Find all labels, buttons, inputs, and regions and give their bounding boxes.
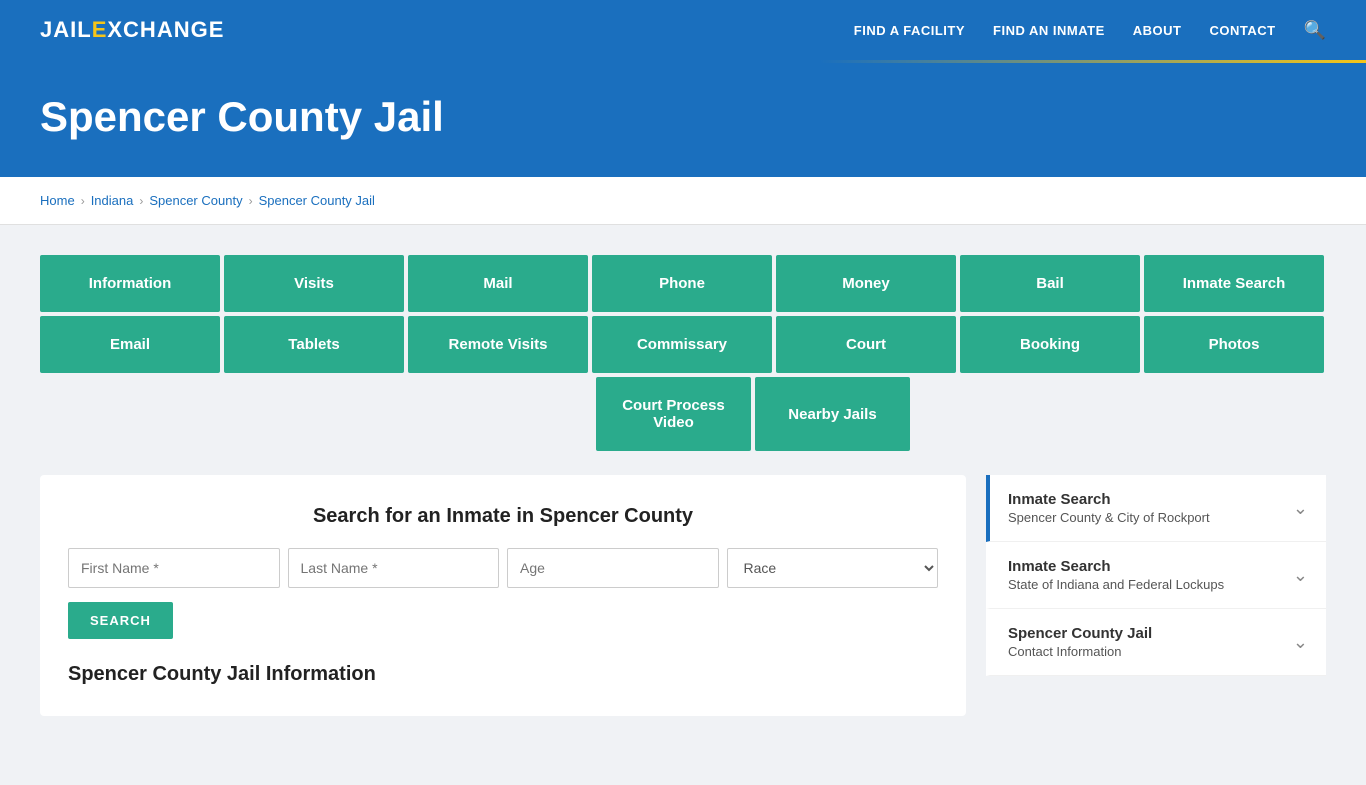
btn-nearby-jails[interactable]: Nearby Jails <box>755 377 910 451</box>
logo-jail-text: JAIL <box>40 17 92 43</box>
breadcrumb-sep-1: › <box>81 194 85 208</box>
breadcrumb-sep-2: › <box>139 194 143 208</box>
search-section-title: Search for an Inmate in Spencer County <box>68 505 938 528</box>
sidebar-item-inmate-search-2[interactable]: Inmate Search State of Indiana and Feder… <box>986 542 1326 609</box>
btn-court[interactable]: Court <box>776 316 956 373</box>
btn-phone[interactable]: Phone <box>592 255 772 312</box>
nav-find-facility[interactable]: FIND A FACILITY <box>854 23 965 38</box>
btn-commissary[interactable]: Commissary <box>592 316 772 373</box>
btn-visits[interactable]: Visits <box>224 255 404 312</box>
sidebar-item-subtitle-1: Spencer County & City of Rockport <box>1008 510 1210 525</box>
btn-tablets[interactable]: Tablets <box>224 316 404 373</box>
chevron-down-icon-2: ⌄ <box>1293 565 1308 586</box>
btn-money[interactable]: Money <box>776 255 956 312</box>
sidebar-item-title-3: Spencer County Jail <box>1008 625 1152 642</box>
btn-photos[interactable]: Photos <box>1144 316 1324 373</box>
content-area: Search for an Inmate in Spencer County R… <box>40 475 1326 716</box>
grid-row-1: Information Visits Mail Phone Money Bail… <box>40 255 1326 312</box>
btn-information[interactable]: Information <box>40 255 220 312</box>
search-icon[interactable]: 🔍 <box>1304 20 1326 41</box>
page-title: Spencer County Jail <box>40 93 1326 141</box>
logo-exchange-text: XCHANGE <box>107 17 224 43</box>
age-input[interactable] <box>507 548 719 588</box>
nav-about[interactable]: ABOUT <box>1133 23 1182 38</box>
bottom-section-title: Spencer County Jail Information <box>68 663 938 686</box>
breadcrumb-sep-3: › <box>249 194 253 208</box>
btn-booking[interactable]: Booking <box>960 316 1140 373</box>
sidebar-item-subtitle-3: Contact Information <box>1008 644 1152 659</box>
bottom-info-section: Spencer County Jail Information <box>68 663 938 686</box>
main-nav: FIND A FACILITY FIND AN INMATE ABOUT CON… <box>854 20 1326 41</box>
sidebar-item-text-3: Spencer County Jail Contact Information <box>1008 625 1152 659</box>
sidebar-item-text-1: Inmate Search Spencer County & City of R… <box>1008 491 1210 525</box>
main-content: Information Visits Mail Phone Money Bail… <box>0 225 1366 785</box>
nav-find-inmate[interactable]: FIND AN INMATE <box>993 23 1105 38</box>
sidebar: Inmate Search Spencer County & City of R… <box>986 475 1326 716</box>
breadcrumb-home[interactable]: Home <box>40 193 75 208</box>
btn-email[interactable]: Email <box>40 316 220 373</box>
last-name-input[interactable] <box>288 548 500 588</box>
sidebar-item-text-2: Inmate Search State of Indiana and Feder… <box>1008 558 1224 592</box>
breadcrumb-current: Spencer County Jail <box>259 193 375 208</box>
btn-mail[interactable]: Mail <box>408 255 588 312</box>
inmate-search-section: Search for an Inmate in Spencer County R… <box>40 475 966 716</box>
chevron-down-icon-1: ⌄ <box>1293 498 1308 519</box>
grid-row-3: Court Process Video Nearby Jails <box>180 377 1326 451</box>
btn-remote-visits[interactable]: Remote Visits <box>408 316 588 373</box>
sidebar-item-inmate-search-1[interactable]: Inmate Search Spencer County & City of R… <box>986 475 1326 542</box>
sidebar-item-subtitle-2: State of Indiana and Federal Lockups <box>1008 577 1224 592</box>
breadcrumb-spencer-county[interactable]: Spencer County <box>149 193 242 208</box>
search-fields-row: Race White Black Hispanic Asian Other <box>68 548 938 588</box>
breadcrumb-indiana[interactable]: Indiana <box>91 193 134 208</box>
first-name-input[interactable] <box>68 548 280 588</box>
btn-bail[interactable]: Bail <box>960 255 1140 312</box>
search-button[interactable]: SEARCH <box>68 602 173 639</box>
sidebar-item-contact-info[interactable]: Spencer County Jail Contact Information … <box>986 609 1326 676</box>
sidebar-item-title-2: Inmate Search <box>1008 558 1224 575</box>
sidebar-item-title-1: Inmate Search <box>1008 491 1210 508</box>
navigation-button-grid: Information Visits Mail Phone Money Bail… <box>40 255 1326 451</box>
logo-x-text: E <box>92 17 108 43</box>
logo[interactable]: JAILEXCHANGE <box>40 17 224 43</box>
header: JAILEXCHANGE FIND A FACILITY FIND AN INM… <box>0 0 1366 60</box>
nav-contact[interactable]: CONTACT <box>1209 23 1275 38</box>
chevron-down-icon-3: ⌄ <box>1293 632 1308 653</box>
breadcrumb: Home › Indiana › Spencer County › Spence… <box>0 177 1366 225</box>
btn-court-process-video[interactable]: Court Process Video <box>596 377 751 451</box>
race-select[interactable]: Race White Black Hispanic Asian Other <box>727 548 939 588</box>
btn-inmate-search[interactable]: Inmate Search <box>1144 255 1324 312</box>
grid-row-2: Email Tablets Remote Visits Commissary C… <box>40 316 1326 373</box>
hero-section: Spencer County Jail <box>0 63 1366 177</box>
